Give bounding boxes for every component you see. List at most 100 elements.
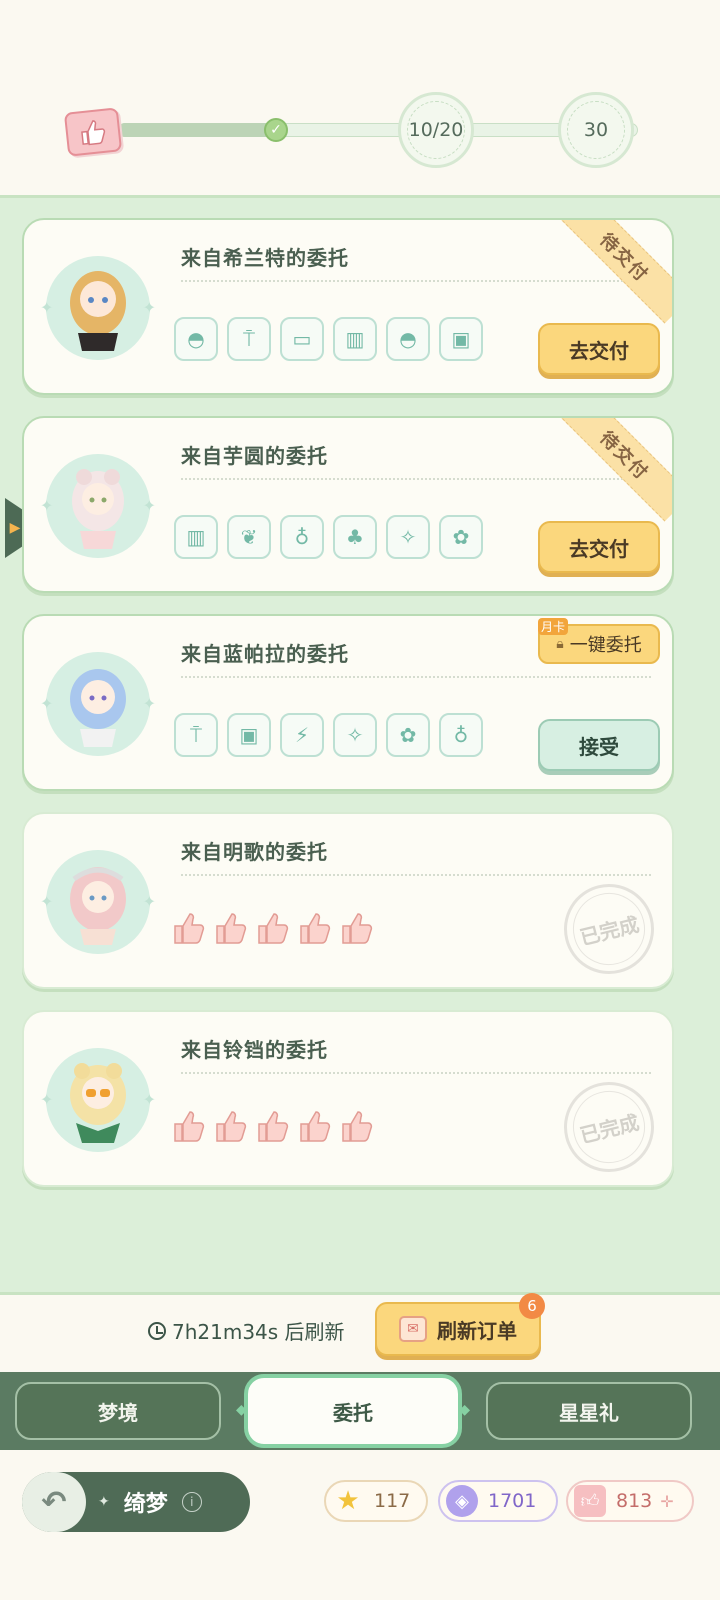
- back-button[interactable]: ↶ ✦ 绮梦 i: [22, 1472, 250, 1532]
- milestone-label: 30: [583, 119, 609, 141]
- floor-lamp-icon[interactable]: ⍑: [174, 713, 218, 757]
- chevron-right-icon: ▶: [9, 520, 21, 536]
- refresh-timer: 7h21m34s 后刷新: [148, 1316, 345, 1345]
- page-title: 绮梦: [123, 1492, 168, 1517]
- item-list: ▥ ❦ ♁ ♣ ✧ ✿: [174, 515, 483, 559]
- divider: [181, 478, 651, 480]
- pending-ribbon: 待交付: [558, 220, 672, 324]
- avatar: [40, 850, 156, 954]
- side-expand-tab[interactable]: ▶: [5, 498, 23, 558]
- order-title: 来自芋圆的委托: [181, 444, 328, 468]
- thumbs-up-icon: [300, 913, 331, 944]
- back-arrow-icon: ↶: [22, 1472, 86, 1532]
- milestone-reward[interactable]: 30: [558, 92, 634, 168]
- gem-count: 1701: [488, 1490, 537, 1512]
- thumbs-up-icon: 👍︎: [574, 1485, 606, 1517]
- item-list: ◓ ⍑ ▭ ▥ ◓ ▣: [174, 317, 483, 361]
- milestone-reward[interactable]: 10/20: [398, 92, 474, 168]
- deliver-button[interactable]: 去交付: [538, 323, 660, 375]
- info-icon[interactable]: i: [181, 1492, 202, 1512]
- deliver-button[interactable]: 去交付: [538, 521, 660, 573]
- tv-icon[interactable]: ▣: [439, 317, 483, 361]
- clock-icon: [148, 1321, 166, 1340]
- one-click-label: 一键委托: [569, 635, 642, 656]
- thumbs-up-icon: [300, 1111, 331, 1142]
- sofa-icon[interactable]: ▭: [280, 317, 324, 361]
- tab-dreamland[interactable]: 梦境: [15, 1382, 221, 1440]
- divider: [181, 1072, 651, 1074]
- thumbs-up-icon: [258, 1111, 289, 1142]
- refresh-orders-label: 刷新订单: [437, 1318, 517, 1343]
- star-count: 117: [374, 1490, 411, 1512]
- cabinet-icon[interactable]: ▥: [333, 317, 377, 361]
- refresh-count-badge: 6: [519, 1293, 545, 1319]
- avatar: [40, 1048, 156, 1152]
- grass-icon[interactable]: ❦: [227, 515, 271, 559]
- floor-lamp-icon[interactable]: ⍑: [227, 317, 271, 361]
- like-count: 813: [616, 1490, 653, 1512]
- order-progress: ✓ 10/20 30: [0, 80, 720, 180]
- star-currency[interactable]: ★ 117: [324, 1480, 428, 1522]
- thumbs-up-icon: [342, 913, 373, 944]
- sparkle-icon: ✦: [98, 1494, 110, 1510]
- order-card: 来自明歌的委托 已完成: [22, 812, 674, 989]
- like-currency[interactable]: 👍︎ 813 ✛: [566, 1480, 694, 1522]
- monitor-icon[interactable]: ⚡: [280, 713, 324, 757]
- bouquet-icon[interactable]: ✿: [386, 713, 430, 757]
- refresh-timer-text: 7h21m34s 后刷新: [172, 1320, 345, 1344]
- divider: [181, 676, 651, 678]
- garland-icon[interactable]: ✧: [333, 713, 377, 757]
- order-card: 来自希兰特的委托 ◓ ⍑ ▭ ▥ ◓ ▣ 待交付 去交付: [22, 218, 674, 395]
- order-card: 来自蓝帕拉的委托 ⍑ ▣ ⚡ ✧ ✿ ♁ 🔒︎ 一键委托 月卡 接受: [22, 614, 674, 791]
- cabinet-icon[interactable]: ▥: [174, 515, 218, 559]
- order-title: 来自明歌的委托: [181, 840, 328, 864]
- lock-icon: 🔒︎: [556, 636, 564, 652]
- order-title: 来自铃铛的委托: [181, 1038, 328, 1062]
- rating-thumbs: [172, 1108, 374, 1144]
- avatar: [40, 652, 156, 756]
- accept-button[interactable]: 接受: [538, 719, 660, 771]
- round-table-icon[interactable]: ◓: [174, 317, 218, 361]
- thumbs-up-icon: [174, 1111, 205, 1142]
- vacuum-icon[interactable]: ♁: [439, 713, 483, 757]
- thumbs-up-icon: [258, 913, 289, 944]
- tree-icon[interactable]: ♣: [333, 515, 377, 559]
- garland-icon[interactable]: ✧: [386, 515, 430, 559]
- gem-icon: ◈: [446, 1485, 478, 1517]
- pending-ribbon: 待交付: [558, 418, 672, 522]
- star-icon: ★: [336, 1486, 360, 1516]
- divider: [181, 874, 651, 876]
- gem-currency[interactable]: ◈ 1701: [438, 1480, 558, 1522]
- divider: [181, 280, 651, 282]
- thumbs-up-icon: [216, 913, 247, 944]
- tab-star-gift[interactable]: 星星礼: [486, 1382, 692, 1440]
- avatar: [40, 454, 156, 558]
- completed-stamp: 已完成: [554, 1072, 664, 1182]
- check-icon: ✓: [264, 118, 288, 142]
- tv-icon[interactable]: ▣: [227, 713, 271, 757]
- round-table-icon[interactable]: ◓: [386, 317, 430, 361]
- refresh-orders-button[interactable]: ✉ 刷新订单: [375, 1302, 541, 1356]
- vacuum-icon[interactable]: ♁: [280, 515, 324, 559]
- order-title: 来自希兰特的委托: [181, 246, 349, 270]
- thumbs-up-icon: [216, 1111, 247, 1142]
- bouquet-icon[interactable]: ✿: [439, 515, 483, 559]
- completed-stamp: 已完成: [554, 874, 664, 984]
- month-card-tag: 月卡: [538, 618, 569, 635]
- thumbs-up-icon: [174, 913, 205, 944]
- item-list: ⍑ ▣ ⚡ ✧ ✿ ♁: [174, 713, 483, 757]
- bottom-bar: ↶ ✦ 绮梦 i ★ 117 ◈ 1701 👍︎ 813 ✛: [0, 1450, 720, 1600]
- avatar: [40, 256, 156, 360]
- envelope-icon: ✉: [399, 1316, 427, 1342]
- thumbs-up-icon: [342, 1111, 373, 1142]
- tab-bar: 梦境 星星礼 委托: [0, 1372, 720, 1450]
- milestone-label: 10/20: [408, 119, 464, 141]
- order-card: 来自铃铛的委托 已完成: [22, 1010, 674, 1187]
- order-card: 来自芋圆的委托 ▥ ❦ ♁ ♣ ✧ ✿ 待交付 去交付: [22, 416, 674, 593]
- plus-icon[interactable]: ✛: [660, 1492, 673, 1511]
- tab-orders[interactable]: 委托: [236, 1374, 470, 1448]
- thumbs-up-card-icon: [63, 107, 123, 157]
- progress-fill: [118, 123, 278, 137]
- order-title: 来自蓝帕拉的委托: [181, 642, 349, 666]
- orders-panel: ▶ 来自希兰特的委托 ◓ ⍑ ▭ ▥ ◓ ▣ 待交付 去交付 来自芋圆的委托 ▥…: [0, 195, 720, 1295]
